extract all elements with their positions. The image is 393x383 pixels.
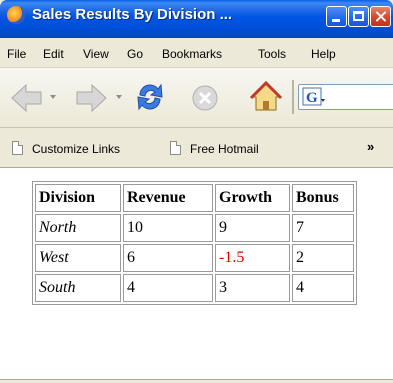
column-header: Division: [35, 184, 121, 212]
google-search-icon: G: [302, 87, 325, 106]
bookmark-label: Free Hotmail: [190, 142, 259, 156]
bookmarks-toolbar: Customize Links Free Hotmail »: [0, 128, 393, 168]
bonus-cell: 4: [292, 274, 354, 302]
forward-icon: [76, 83, 107, 113]
growth-cell-negative: -1.5: [215, 244, 290, 272]
menu-view[interactable]: View: [83, 47, 109, 61]
menu-bookmarks[interactable]: Bookmarks: [162, 47, 222, 61]
revenue-cell: 10: [123, 214, 213, 242]
table-row: South 4 3 4: [35, 274, 354, 302]
back-icon: [11, 83, 42, 113]
division-cell: South: [35, 274, 121, 302]
bonus-cell: 2: [292, 244, 354, 272]
title-bar: Sales Results By Division ...: [0, 0, 393, 38]
stop-button[interactable]: [188, 81, 222, 115]
table-row: West 6 -1.5 2: [35, 244, 354, 272]
maximize-button[interactable]: [348, 6, 369, 27]
menu-tools[interactable]: Tools: [258, 47, 286, 61]
page-icon: [12, 141, 23, 155]
column-header: Growth: [215, 184, 290, 212]
revenue-cell: 6: [123, 244, 213, 272]
menu-go[interactable]: Go: [127, 47, 143, 61]
forward-button[interactable]: [74, 81, 108, 115]
reload-button[interactable]: [132, 79, 166, 113]
table-header-row: Division Revenue Growth Bonus: [35, 184, 354, 212]
minimize-button[interactable]: [326, 6, 347, 27]
bookmark-label: Customize Links: [32, 142, 121, 156]
svg-text:G: G: [306, 90, 318, 106]
page-content: Division Revenue Growth Bonus North 10 9…: [0, 168, 393, 381]
home-button[interactable]: [248, 79, 283, 113]
navigation-toolbar: G: [0, 68, 393, 128]
column-header: Revenue: [123, 184, 213, 212]
division-cell: West: [35, 244, 121, 272]
menu-help[interactable]: Help: [311, 47, 336, 61]
window-title: Sales Results By Division ...: [32, 6, 233, 23]
bookmarks-overflow-button[interactable]: »: [367, 139, 374, 154]
bookmark-free-hotmail[interactable]: Free Hotmail: [170, 141, 290, 157]
bookmark-customize-links[interactable]: Customize Links: [12, 141, 162, 157]
menu-bar: File Edit View Go Bookmarks Tools Help: [0, 38, 393, 68]
growth-cell: 3: [215, 274, 290, 302]
address-bar[interactable]: G: [298, 84, 393, 110]
stop-icon: [192, 85, 218, 111]
reload-icon: [137, 83, 163, 111]
firefox-icon: [7, 6, 25, 24]
table-row: North 10 9 7: [35, 214, 354, 242]
home-icon: [249, 80, 283, 111]
forward-dropdown-icon[interactable]: [116, 95, 122, 99]
menu-edit[interactable]: Edit: [43, 47, 64, 61]
page-icon: [170, 141, 181, 155]
division-cell: North: [35, 214, 121, 242]
column-header: Bonus: [292, 184, 354, 212]
bonus-cell: 7: [292, 214, 354, 242]
browser-window: Sales Results By Division ... File Edit …: [0, 0, 393, 383]
toolbar-separator: [292, 80, 294, 114]
back-dropdown-icon[interactable]: [50, 95, 56, 99]
sales-table: Division Revenue Growth Bonus North 10 9…: [32, 181, 357, 305]
growth-cell: 9: [215, 214, 290, 242]
menu-file[interactable]: File: [7, 47, 26, 61]
close-button[interactable]: [370, 6, 391, 27]
back-button[interactable]: [10, 81, 44, 115]
status-bar-edge: [0, 379, 393, 383]
revenue-cell: 4: [123, 274, 213, 302]
